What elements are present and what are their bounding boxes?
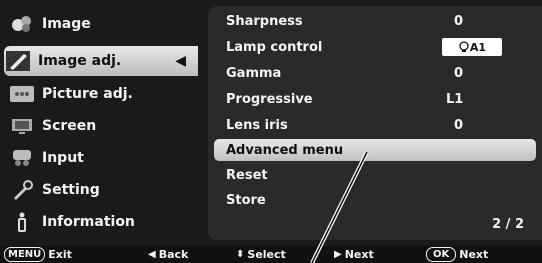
submenu-panel: Sharpness 0 Lamp control A1 Gamma 0 Prog…: [208, 6, 542, 240]
left-item-label: Screen: [42, 118, 97, 134]
page-indicator: 2 / 2: [492, 217, 524, 232]
info-icon: [8, 210, 36, 234]
footer-guide-bar: MENU Exit ◀ Back ⬍ Select ▶ Next OK Next: [0, 246, 542, 263]
menu-key-icon: MENU: [4, 247, 46, 262]
submenu-item-reset[interactable]: Reset: [214, 164, 536, 186]
lamp-icon: [459, 41, 469, 52]
footer-exit-label: Exit: [48, 248, 72, 261]
back-arrow-icon: ◀: [148, 249, 156, 260]
left-menu: Image Image adj. ◀ Picture adj. Screen I…: [2, 4, 202, 240]
submenu-item-lamp-control[interactable]: Lamp control A1: [214, 36, 536, 58]
submenu-item-store[interactable]: Store: [214, 189, 536, 211]
left-arrow-icon: ◀: [175, 53, 186, 69]
footer-back-label: Back: [158, 248, 189, 261]
footer-back[interactable]: ◀ Back: [148, 248, 188, 261]
submenu-item-progressive[interactable]: Progressive L1: [214, 88, 536, 110]
submenu-item-sharpness[interactable]: Sharpness 0: [214, 10, 536, 32]
left-item-label: Input: [42, 150, 84, 166]
submenu-item-lens-iris[interactable]: Lens iris 0: [214, 114, 536, 136]
left-item-setting[interactable]: Setting: [8, 176, 198, 204]
left-item-image-adj[interactable]: Image adj. ◀: [4, 46, 198, 76]
footer-next[interactable]: ▶ Next: [334, 248, 374, 261]
input-icon: [8, 146, 36, 170]
submenu-label: Progressive: [226, 91, 313, 107]
footer-select[interactable]: ⬍ Select: [236, 248, 286, 261]
lamp-mode-value: A1: [469, 40, 487, 54]
brush-icon: [4, 49, 32, 73]
submenu-value: 0: [454, 65, 464, 81]
footer-ok-next-label: Next: [459, 248, 489, 261]
next-arrow-icon: ▶: [334, 249, 342, 260]
submenu-label: Reset: [226, 167, 268, 183]
footer-next-label: Next: [344, 248, 374, 261]
left-item-picture-adj[interactable]: Picture adj.: [8, 80, 198, 108]
submenu-label: Advanced menu: [226, 142, 344, 158]
submenu-label: Lens iris: [226, 117, 288, 133]
footer-exit[interactable]: MENU Exit: [4, 247, 72, 262]
submenu-item-gamma[interactable]: Gamma 0: [214, 62, 536, 84]
submenu-label: Store: [226, 192, 266, 208]
submenu-label: Sharpness: [226, 13, 303, 29]
picture-adj-icon: [8, 82, 36, 106]
palette-icon: [8, 12, 36, 36]
footer-select-label: Select: [247, 248, 286, 261]
left-item-label: Setting: [42, 182, 100, 198]
ok-key-icon: OK: [426, 247, 457, 262]
left-item-label: Image: [42, 16, 91, 32]
submenu-value: 0: [454, 117, 464, 133]
footer-ok-next[interactable]: OK Next: [426, 247, 488, 262]
screen-icon: [8, 114, 36, 138]
submenu-value: L1: [446, 91, 464, 107]
left-item-input[interactable]: Input: [8, 144, 198, 172]
submenu-label: Gamma: [226, 65, 282, 81]
wrench-icon: [8, 178, 36, 202]
left-item-label: Image adj.: [38, 53, 122, 69]
updown-arrow-icon: ⬍: [236, 249, 245, 260]
left-item-label: Information: [42, 214, 135, 230]
lamp-mode-badge: A1: [442, 38, 502, 56]
submenu-label: Lamp control: [226, 39, 323, 55]
left-item-screen[interactable]: Screen: [8, 112, 198, 140]
left-item-label: Picture adj.: [42, 86, 133, 102]
left-item-image[interactable]: Image: [8, 10, 198, 38]
left-item-information[interactable]: Information: [8, 208, 198, 236]
submenu-item-advanced-menu[interactable]: Advanced menu: [214, 139, 536, 161]
submenu-value: 0: [454, 13, 464, 29]
